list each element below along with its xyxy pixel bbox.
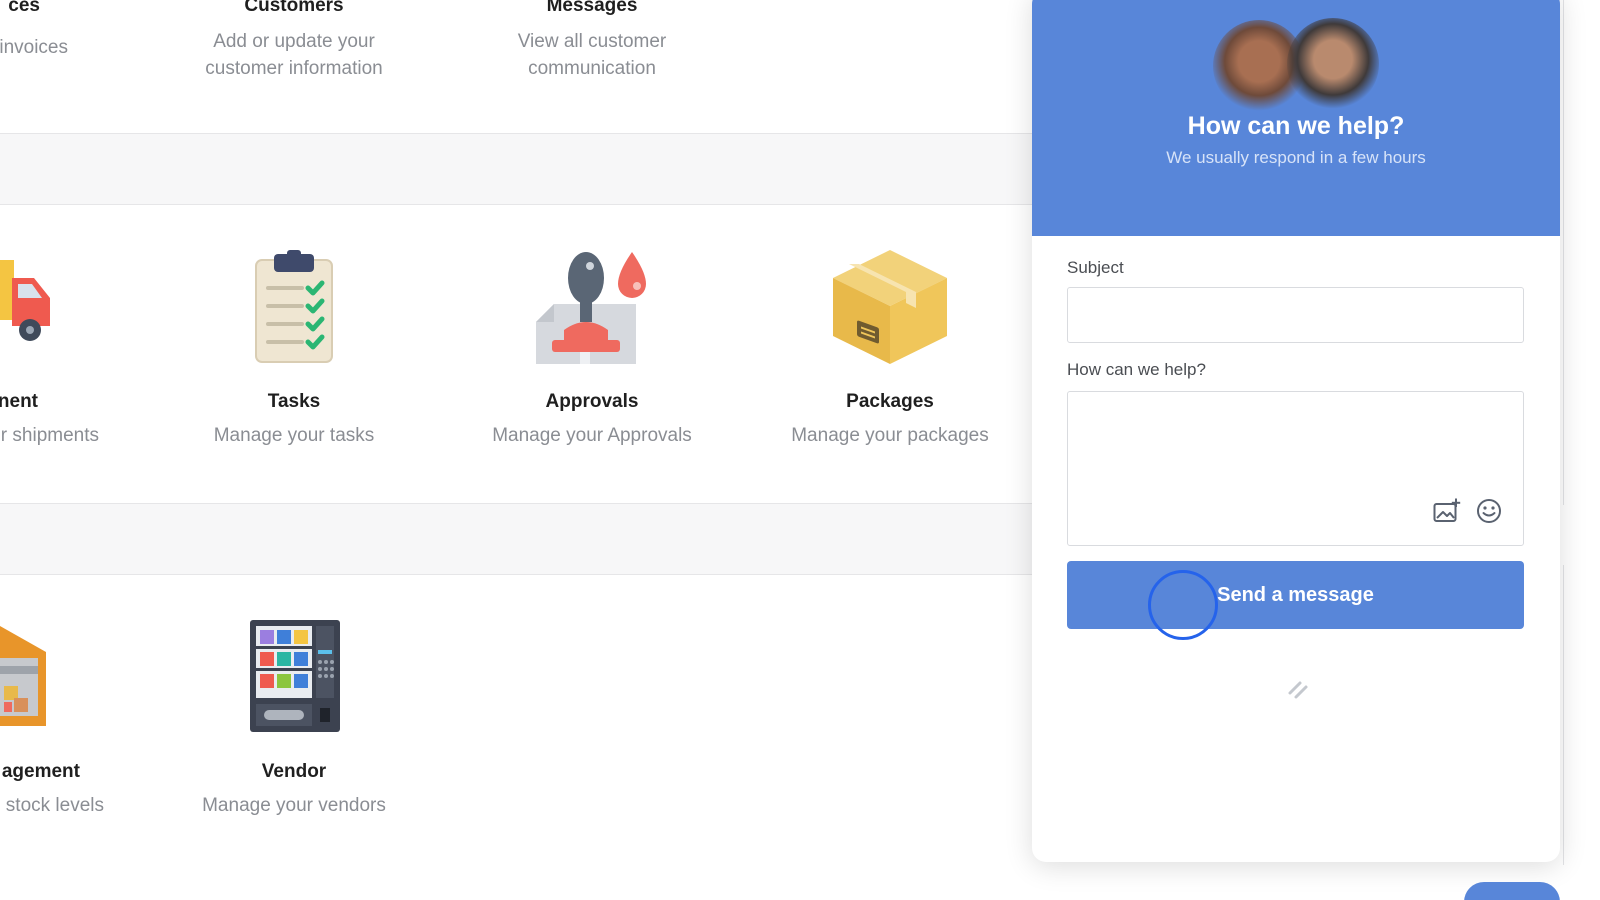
brand-logo-icon: [1288, 681, 1308, 699]
tile-desc: Manage your vendors: [202, 795, 386, 816]
widget-header: How can we help? We usually respond in a…: [1032, 0, 1560, 236]
add-image-icon: [1433, 498, 1461, 522]
tile-desc: r shipments: [0, 425, 99, 446]
tile-desc: Add or update your customer information: [205, 31, 383, 79]
tile-shipment[interactable]: nent r shipments: [0, 250, 160, 460]
chat-launcher-button[interactable]: [1464, 882, 1560, 900]
tile-title: nent: [0, 391, 38, 412]
tile-title: Messages: [546, 0, 638, 16]
tile-title: Packages: [846, 391, 934, 412]
warehouse-icon: [0, 626, 46, 726]
tile-customers[interactable]: Customers Add or update your customer in…: [164, 0, 424, 82]
add-image-button[interactable]: [1432, 496, 1462, 526]
tile-tasks[interactable]: Tasks Manage your tasks: [164, 250, 424, 460]
tile-title: Approvals: [545, 391, 639, 412]
tile-inventory-management[interactable]: agement stock levels: [0, 620, 160, 830]
tile-vendor[interactable]: Vendor Manage your vendors: [164, 620, 424, 830]
help-chat-widget: How can we help? We usually respond in a…: [1032, 0, 1560, 862]
tile-desc: Manage your Approvals: [492, 425, 692, 446]
tile-desc: Manage your tasks: [213, 425, 375, 446]
tile-title: agement: [1, 761, 80, 782]
subject-input[interactable]: [1067, 287, 1524, 343]
help-label: How can we help?: [1067, 360, 1206, 379]
package-box-icon: [833, 250, 947, 364]
tile-desc: Manage your packages: [791, 425, 989, 446]
subject-label: Subject: [1067, 258, 1124, 277]
emoji-icon: [1477, 499, 1501, 523]
tile-title: Tasks: [267, 391, 321, 412]
tile-title: Vendor: [261, 761, 327, 782]
widget-subtitle: We usually respond in a few hours: [1166, 148, 1426, 167]
tile-packages[interactable]: Packages Manage your packages: [760, 250, 1020, 460]
tile-invoices[interactable]: ces invoices: [0, 0, 160, 61]
vending-machine-icon: [250, 620, 340, 732]
widget-title: How can we help?: [1187, 112, 1405, 140]
truck-icon: [0, 260, 50, 341]
agent-avatars: [1213, 18, 1383, 112]
tile-desc: stock levels: [5, 795, 104, 816]
tile-title: Customers: [244, 0, 344, 16]
panel-edge: [1563, 565, 1564, 865]
tile-desc: invoices: [0, 37, 68, 58]
tile-messages[interactable]: Messages View all customer communication: [462, 0, 722, 82]
avatar: [1287, 18, 1379, 110]
section-divider-band: [0, 133, 1035, 205]
emoji-button[interactable]: [1474, 496, 1504, 526]
tile-approvals[interactable]: Approvals Manage your Approvals: [462, 250, 722, 460]
panel-edge: [1563, 0, 1564, 505]
send-message-button[interactable]: Send a message: [1067, 561, 1524, 629]
clipboard-checklist-icon: [255, 250, 333, 363]
rubber-stamp-icon: [536, 252, 646, 364]
tile-title: ces: [8, 0, 40, 16]
tile-desc: View all customer communication: [517, 31, 667, 79]
section-divider-band: [0, 503, 1035, 575]
